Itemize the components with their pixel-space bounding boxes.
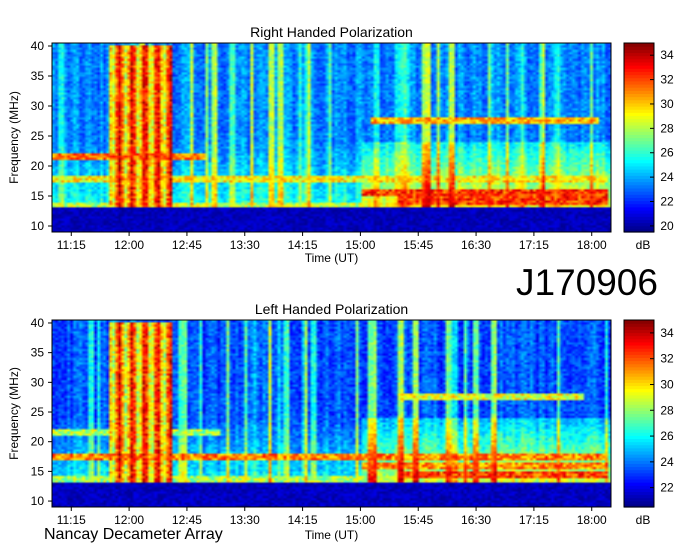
x-tick-label: 17:15 [519, 513, 549, 527]
x-axis-label: Time (UT) [305, 251, 359, 265]
x-tick-label: 13:30 [230, 513, 260, 527]
x-tick-label: 11:15 [57, 513, 86, 527]
colorbar-label: dB [636, 238, 651, 252]
x-tick-label: 12:00 [114, 238, 144, 252]
colorbar-tick-label: 32 [660, 73, 674, 87]
y-axis-label: Frequency (MHz) [7, 91, 21, 184]
x-tick-label: 12:45 [172, 513, 202, 527]
x-tick-label: 15:45 [403, 238, 433, 252]
y-tick-label: 35 [31, 69, 45, 83]
colorbar: 22 24 26 28 30 32 34 dB [623, 319, 674, 527]
y-tick-label: 20 [31, 159, 45, 173]
colorbar-tick-label: 20 [660, 219, 674, 233]
x-tick-label: 12:00 [114, 513, 144, 527]
spectrogram-image [52, 320, 611, 507]
colorbar-tick-label: 32 [660, 352, 674, 366]
x-tick-label: 14:15 [288, 513, 318, 527]
y-tick-label: 40 [31, 316, 45, 330]
y-tick-label: 25 [31, 129, 45, 143]
x-axis-label: Time (UT) [305, 528, 359, 542]
colorbar-tick-label: 24 [660, 455, 674, 469]
x-tick-label: 14:15 [288, 238, 318, 252]
instrument-label: Nancay Decameter Array [44, 526, 223, 543]
colorbar-tick-label: 22 [660, 481, 674, 495]
y-tick-label: 20 [31, 435, 45, 449]
colorbar-label: dB [636, 513, 651, 527]
colorbar-step [624, 43, 654, 47]
colorbar-tick-label: 26 [660, 429, 674, 443]
x-tick-label: 18:00 [577, 238, 607, 252]
panel-title: Right Handed Polarization [250, 24, 413, 40]
colorbar-tick-label: 28 [660, 121, 674, 135]
colorbar-tick-label: 34 [660, 326, 674, 340]
y-tick-label: 15 [31, 464, 45, 478]
colorbar-tick-label: 30 [660, 97, 674, 111]
y-tick-label: 30 [31, 375, 45, 389]
x-tick-label: 18:00 [577, 513, 607, 527]
date-id-label: J170906 [516, 262, 658, 303]
colorbar: 20 22 24 26 28 30 32 34 dB [623, 42, 674, 252]
y-tick-label: 10 [31, 219, 45, 233]
colorbar-tick-label: 26 [660, 146, 674, 160]
panel-title: Left Handed Polarization [255, 301, 408, 317]
colorbar-tick-label: 28 [660, 403, 674, 417]
y-tick-label: 40 [31, 39, 45, 53]
x-tick-label: 11:15 [57, 238, 86, 252]
colorbar-tick-label: 30 [660, 377, 674, 391]
colorbar-step [624, 320, 654, 324]
colorbar-tick-label: 22 [660, 195, 674, 209]
x-tick-label: 17:15 [519, 238, 549, 252]
x-tick-label: 13:30 [230, 238, 260, 252]
y-tick-label: 35 [31, 346, 45, 360]
y-tick-label: 30 [31, 99, 45, 113]
y-axis-label: Frequency (MHz) [7, 367, 21, 460]
colorbar-tick-label: 24 [660, 170, 674, 184]
x-tick-label: 16:30 [461, 513, 491, 527]
colorbar-tick-label: 34 [660, 48, 674, 62]
x-tick-label: 12:45 [172, 238, 202, 252]
spectrogram-panel-left: Left Handed Polarization 11:15 12:00 12:45 1… [7, 301, 674, 542]
x-tick-label: 15:00 [345, 513, 375, 527]
spectrogram-panel-right: Right Handed Polarization 11:15 12:00 12:45… [7, 24, 674, 265]
y-tick-label: 10 [31, 494, 45, 508]
spectrogram-image [52, 43, 611, 232]
y-tick-label: 15 [31, 189, 45, 203]
x-tick-label: 15:00 [345, 238, 375, 252]
x-tick-label: 15:45 [403, 513, 433, 527]
y-tick-label: 25 [31, 405, 45, 419]
x-tick-label: 16:30 [461, 238, 491, 252]
